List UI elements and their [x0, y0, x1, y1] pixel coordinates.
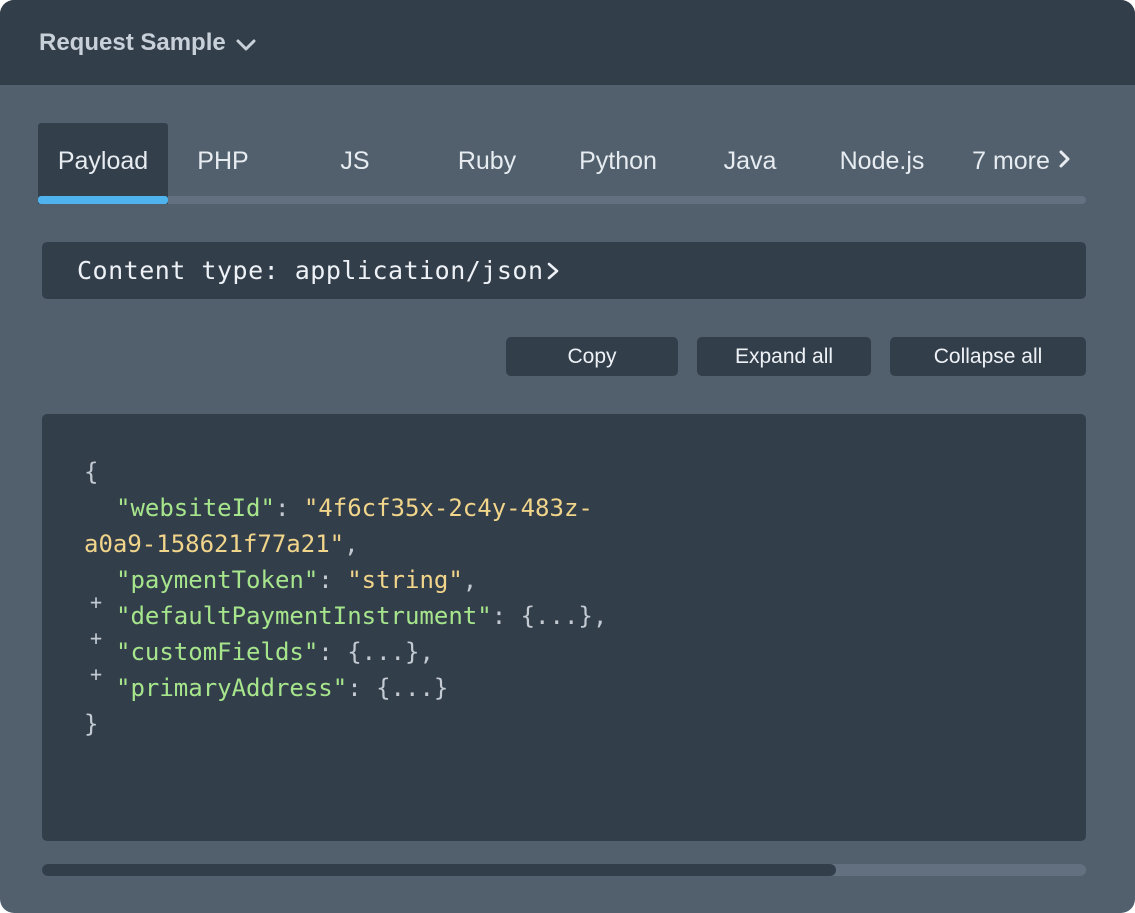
json-close-brace: }	[84, 710, 99, 738]
tab-payload[interactable]: Payload	[38, 123, 168, 204]
horizontal-scrollbar[interactable]	[42, 864, 1086, 876]
json-colon: :	[318, 566, 348, 594]
tab-label: Ruby	[457, 147, 517, 175]
json-comma: ,	[592, 602, 608, 630]
json-colon: :	[318, 638, 348, 666]
json-collapsed-object[interactable]: {...}	[347, 638, 419, 666]
json-key-primaryaddress: "primaryAddress"	[116, 674, 348, 702]
json-comma: ,	[344, 530, 359, 558]
code-line: + "paymentToken": "string",	[84, 562, 1086, 614]
code-line: + "customFields": {...},	[84, 634, 1086, 686]
panel-header[interactable]: Request Sample	[0, 0, 1135, 85]
request-sample-panel: Request Sample Payload PHP JS Ruby Pytho…	[0, 0, 1135, 913]
tab-label: JS	[340, 147, 370, 175]
tab-label: Payload	[57, 147, 149, 175]
json-value-websiteid: "4f6cf35x-2c4y-483z-	[303, 494, 593, 522]
code-line: + "defaultPaymentInstrument": {...},	[84, 598, 1086, 650]
json-comma: ,	[462, 566, 478, 594]
language-tabs: Payload PHP JS Ruby Python Java Node.js …	[38, 123, 1086, 204]
json-colon: :	[347, 674, 377, 702]
json-key-defaultpaymentinstrument: "defaultPaymentInstrument"	[116, 602, 492, 630]
tab-php[interactable]: PHP	[188, 123, 258, 204]
json-comma: ,	[419, 638, 434, 666]
tab-js[interactable]: JS	[325, 123, 385, 204]
json-code-block: { "websiteId": "4f6cf35x-2c4y-483z- a0a9…	[42, 414, 1086, 841]
tab-python[interactable]: Python	[568, 123, 668, 204]
content-type-label: Content type: application/json	[77, 256, 544, 285]
more-tabs-label: 7 more	[972, 147, 1050, 175]
tab-label: Node.js	[839, 147, 925, 175]
json-colon: :	[274, 494, 304, 522]
copy-button[interactable]: Copy	[506, 337, 678, 376]
tab-label: Java	[723, 147, 777, 175]
json-key-customfields: "customFields"	[116, 638, 319, 666]
tab-nodejs[interactable]: Node.js	[830, 123, 934, 204]
tab-java[interactable]: Java	[710, 123, 790, 204]
chevron-right-icon	[1058, 147, 1070, 176]
json-open-brace: {	[84, 458, 99, 486]
json-colon: :	[491, 602, 521, 630]
chevron-down-icon[interactable]	[236, 38, 256, 52]
tab-more[interactable]: 7 more	[966, 123, 1076, 204]
code-line: "websiteId": "4f6cf35x-2c4y-483z-	[84, 490, 1086, 526]
content-type-selector[interactable]: Content type: application/json	[42, 242, 1086, 299]
json-key-websiteid: "websiteId"	[116, 494, 275, 522]
json-collapsed-object[interactable]: {...}	[521, 602, 593, 630]
tab-label: PHP	[197, 147, 249, 175]
json-value-websiteid-cont: a0a9-158621f77a21"	[84, 530, 345, 558]
code-line: {	[84, 454, 1086, 490]
tab-label: Python	[579, 147, 657, 175]
collapse-all-button[interactable]: Collapse all	[890, 337, 1086, 376]
json-collapsed-object[interactable]: {...}	[376, 674, 448, 702]
scrollbar-thumb[interactable]	[42, 864, 836, 876]
chevron-right-icon	[546, 260, 560, 282]
json-value-paymenttoken: "string"	[347, 566, 463, 594]
tab-ruby[interactable]: Ruby	[446, 123, 528, 204]
code-line: a0a9-158621f77a21",	[84, 526, 1086, 562]
code-line: }	[84, 706, 1086, 742]
expand-all-button[interactable]: Expand all	[697, 337, 871, 376]
panel-title: Request Sample	[39, 28, 226, 56]
json-key-paymenttoken: "paymentToken"	[116, 566, 319, 594]
code-line: "primaryAddress": {...}	[84, 670, 1086, 706]
